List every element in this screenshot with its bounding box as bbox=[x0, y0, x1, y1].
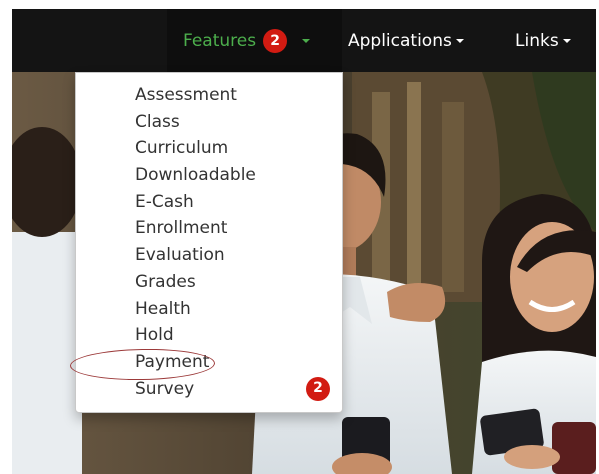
features-dropdown-menu: Assessment Class Curriculum Downloadable… bbox=[75, 72, 343, 413]
notification-badge: 2 bbox=[263, 28, 288, 53]
nav-features-label: Features bbox=[183, 30, 257, 51]
menu-item-label: Hold bbox=[135, 325, 174, 346]
app-frame: Features 2 Applications Links Assessment… bbox=[12, 9, 596, 474]
menu-item-label: Curriculum bbox=[135, 138, 229, 159]
menu-item-health[interactable]: Health bbox=[116, 296, 342, 323]
menu-item-label: Class bbox=[135, 111, 180, 132]
caret-down-icon bbox=[455, 38, 464, 43]
top-navbar: Features 2 Applications Links bbox=[12, 9, 596, 72]
menu-item-label: Grades bbox=[135, 271, 196, 292]
nav-applications[interactable]: Applications bbox=[348, 9, 464, 72]
nav-links-label: Links bbox=[515, 30, 559, 51]
menu-item-label: E-Cash bbox=[135, 191, 194, 212]
menu-item-assessment[interactable]: Assessment bbox=[116, 82, 342, 109]
menu-item-survey[interactable]: Survey 2 bbox=[116, 376, 342, 403]
menu-item-downloadable[interactable]: Downloadable bbox=[116, 162, 342, 189]
nav-applications-label: Applications bbox=[348, 30, 452, 51]
menu-item-grades[interactable]: Grades bbox=[116, 269, 342, 296]
menu-item-curriculum[interactable]: Curriculum bbox=[116, 135, 342, 162]
menu-item-label: Downloadable bbox=[135, 165, 256, 186]
menu-item-label: Health bbox=[135, 298, 191, 319]
menu-item-label: Enrollment bbox=[135, 218, 228, 239]
menu-item-hold[interactable]: Hold bbox=[116, 322, 342, 349]
menu-item-class[interactable]: Class bbox=[116, 109, 342, 136]
menu-item-label: Payment bbox=[135, 351, 210, 372]
nav-features[interactable]: Features 2 bbox=[167, 9, 342, 72]
notification-badge: 2 bbox=[306, 376, 330, 401]
menu-item-e-cash[interactable]: E-Cash bbox=[116, 189, 342, 216]
menu-item-label: Survey bbox=[135, 378, 195, 399]
menu-item-label: Assessment bbox=[135, 85, 237, 105]
menu-item-payment[interactable]: Payment bbox=[116, 349, 342, 376]
menu-item-label: Evaluation bbox=[135, 245, 225, 266]
menu-item-evaluation[interactable]: Evaluation bbox=[116, 242, 342, 269]
nav-links[interactable]: Links bbox=[515, 9, 571, 72]
menu-item-enrollment[interactable]: Enrollment bbox=[116, 215, 342, 242]
caret-down-icon bbox=[562, 38, 571, 43]
caret-down-icon bbox=[302, 38, 311, 43]
